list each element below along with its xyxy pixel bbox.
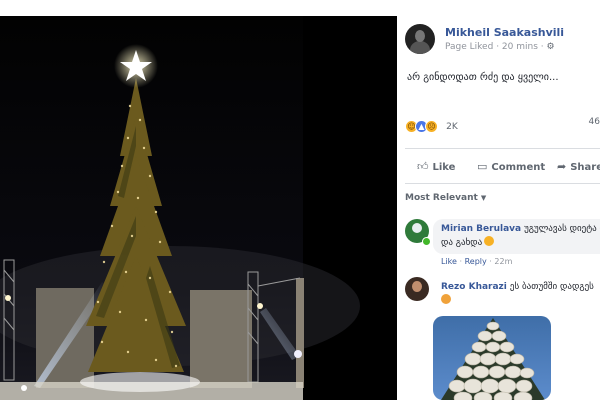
- caret-down-icon: ▼: [480, 194, 487, 202]
- comment-text: ეს ბათუმში დადგეს: [509, 282, 594, 292]
- post-actions: 👍︎ Like ▭ Comment ➦ Share: [405, 156, 600, 180]
- thumbs-up-icon: 👍︎: [417, 160, 429, 173]
- comment-text: უგულავას დიეტა დ: [524, 224, 600, 234]
- post-photo[interactable]: [0, 16, 397, 400]
- comment-count[interactable]: 46: [589, 117, 600, 127]
- post-meta: Page Liked · 20 mins · ⚙: [445, 42, 555, 52]
- comment-text-line2: და გახდა: [441, 238, 483, 248]
- christmas-tree-image: [0, 16, 397, 400]
- divider: [405, 148, 600, 149]
- comment-bubble: Rezo Kharazi ეს ბათუმში დადგეს: [433, 277, 600, 312]
- comment-actions: Like · Reply · 22m: [441, 257, 513, 266]
- comment-author[interactable]: Rezo Kharazi: [441, 282, 507, 292]
- page-liked-status: Page Liked: [445, 42, 494, 52]
- face-emoji-icon: [441, 294, 451, 304]
- page-avatar[interactable]: [405, 24, 435, 54]
- settings-gear-icon[interactable]: ⚙: [547, 42, 555, 52]
- comment-bubble: Mirian Berulava უგულავას დიეტა დ და გახდა: [433, 219, 600, 254]
- cheese-tree-image: [441, 318, 545, 400]
- divider: [405, 183, 600, 184]
- post-time[interactable]: 20 mins: [502, 42, 538, 52]
- comment-author[interactable]: Mirian Berulava: [441, 224, 521, 234]
- commenter-avatar[interactable]: [405, 277, 429, 301]
- comment-sort-dropdown[interactable]: Most Relevant ▼: [405, 193, 486, 203]
- reaction-summary[interactable]: ☺ ▲ ☹ 2K: [405, 116, 458, 133]
- comment-reply-link[interactable]: Reply: [465, 257, 487, 266]
- post-header: Mikheil Saakashvili Page Liked · 20 mins…: [405, 24, 600, 56]
- like-button[interactable]: 👍︎ Like: [417, 160, 455, 173]
- post-text: არ გინდოდათ რძე და ყველი...: [407, 72, 559, 83]
- comment-attached-image[interactable]: [433, 316, 551, 400]
- post-side-panel: Mikheil Saakashvili Page Liked · 20 mins…: [397, 16, 600, 400]
- share-button[interactable]: ➦ Share: [557, 160, 600, 173]
- comment-like-link[interactable]: Like: [441, 257, 457, 266]
- reaction-count: 2K: [446, 121, 458, 132]
- laughing-emoji-icon: [484, 236, 495, 246]
- comment-button[interactable]: ▭ Comment: [477, 160, 545, 173]
- share-arrow-icon: ➦: [557, 160, 567, 173]
- comment-icon: ▭: [477, 160, 488, 173]
- online-status-dot: [422, 237, 431, 246]
- comment-time[interactable]: 22m: [494, 257, 512, 266]
- sad-reaction-icon: ☹: [425, 120, 438, 133]
- page-name-link[interactable]: Mikheil Saakashvili: [445, 26, 564, 39]
